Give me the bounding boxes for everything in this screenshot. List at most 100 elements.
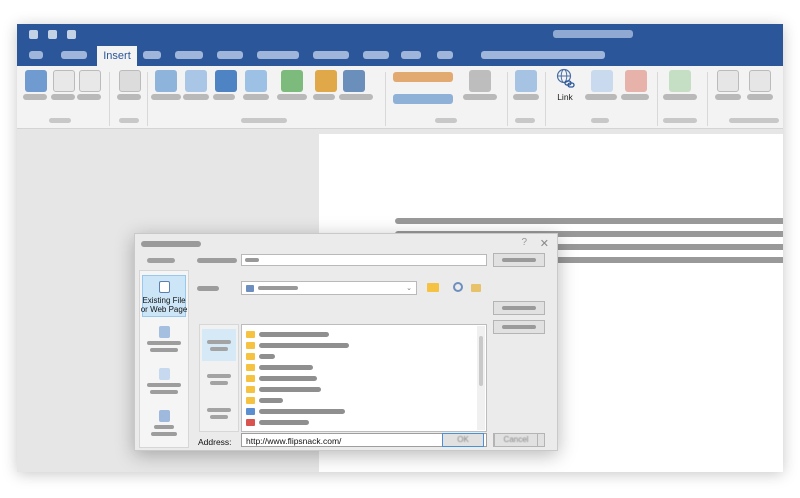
ok-button[interactable]: OK — [442, 433, 484, 447]
footer-icon[interactable] — [749, 70, 771, 92]
nav-create-new-label-2 — [150, 390, 178, 394]
group-tables-label — [119, 118, 139, 123]
header-icon[interactable] — [717, 70, 739, 92]
wikipedia-label — [463, 94, 497, 100]
nav-create-new-label — [147, 383, 181, 387]
list-item[interactable] — [246, 351, 275, 361]
folder-icon — [246, 385, 255, 393]
bookmark-button[interactable] — [493, 301, 545, 315]
group-pages-label — [49, 118, 71, 123]
tab-draw[interactable] — [143, 51, 161, 59]
get-addins-button[interactable] — [393, 72, 453, 82]
tell-me-search[interactable] — [481, 51, 605, 59]
undo-icon[interactable] — [48, 30, 57, 39]
browse-folder-icon[interactable] — [427, 283, 439, 292]
cover-page-label — [23, 94, 47, 100]
browsed-pages-item[interactable] — [202, 363, 236, 395]
nav-place-in-document[interactable] — [142, 321, 186, 363]
screenshot-icon[interactable] — [343, 70, 365, 92]
quick-access-toolbar — [29, 30, 76, 39]
cross-reference-icon[interactable] — [625, 70, 647, 92]
lookin-side-nav — [199, 324, 239, 432]
list-item[interactable] — [246, 340, 349, 350]
link-to-nav: Existing File or Web Page — [139, 270, 189, 448]
pictures-label — [151, 94, 181, 100]
nav-email-label-2 — [151, 432, 177, 436]
3d-models-icon[interactable] — [245, 70, 267, 92]
list-item[interactable] — [246, 384, 321, 394]
document-title — [553, 30, 633, 38]
wikipedia-icon[interactable] — [469, 70, 491, 92]
nav-email-address[interactable] — [142, 405, 186, 447]
list-item[interactable] — [246, 417, 309, 427]
insert-hyperlink-dialog: ? ✕ Existing File or Web Page ⌄ Address:… — [134, 233, 558, 451]
list-item[interactable] — [246, 406, 345, 416]
shapes-label — [183, 94, 209, 100]
file-list — [241, 324, 487, 432]
cover-page-icon[interactable] — [25, 70, 47, 92]
ribbon-separator — [109, 72, 110, 126]
link-button[interactable]: Link — [549, 68, 581, 110]
online-video-icon[interactable] — [515, 70, 537, 92]
page-break-icon[interactable] — [79, 70, 101, 92]
tab-design[interactable] — [175, 51, 203, 59]
recent-files-item[interactable] — [202, 397, 236, 429]
bookmark-icon[interactable] — [591, 70, 613, 92]
chart-icon[interactable] — [315, 70, 337, 92]
folder-icon — [246, 374, 255, 382]
tab-mailings[interactable] — [313, 51, 349, 59]
3d-models-label — [243, 94, 269, 100]
shapes-icon[interactable] — [185, 70, 207, 92]
browse-web-icon[interactable] — [453, 282, 463, 292]
text-to-display-input[interactable] — [241, 254, 487, 266]
target-frame-button[interactable] — [493, 320, 545, 334]
cancel-button[interactable]: Cancel — [494, 433, 538, 447]
nav-existing-file-or-web-page[interactable]: Existing File or Web Page — [141, 275, 187, 317]
cancel-button-label: Cancel — [503, 435, 529, 444]
tab-references[interactable] — [257, 51, 299, 59]
icons-icon[interactable] — [215, 70, 237, 92]
word-window: Insert Link ? ✕ Existing File or Web Pag… — [17, 24, 783, 472]
ok-button-label: OK — [457, 435, 469, 444]
pictures-icon[interactable] — [155, 70, 177, 92]
tab-home[interactable] — [61, 51, 87, 59]
group-illustrations-label — [241, 118, 287, 123]
tab-file[interactable] — [29, 51, 43, 59]
look-in-label — [197, 286, 219, 291]
new-document-icon — [158, 368, 170, 380]
save-icon[interactable] — [29, 30, 38, 39]
current-folder-item[interactable] — [202, 329, 236, 361]
file-list-scrollbar[interactable] — [477, 326, 485, 430]
screentip-button[interactable] — [493, 253, 545, 267]
group-comments-label — [663, 118, 697, 123]
tab-help[interactable] — [437, 51, 453, 59]
redo-icon[interactable] — [67, 30, 76, 39]
look-in-dropdown[interactable]: ⌄ — [241, 281, 417, 295]
dialog-title — [141, 241, 201, 247]
nav-create-new-document[interactable] — [142, 363, 186, 405]
folder-icon — [246, 341, 255, 349]
list-item[interactable] — [246, 329, 329, 339]
ribbon-separator — [147, 72, 148, 126]
tab-review[interactable] — [363, 51, 389, 59]
table-icon[interactable] — [119, 70, 141, 92]
browse-file-icon[interactable] — [471, 284, 481, 292]
document-globe-icon — [158, 281, 170, 293]
my-addins-button[interactable] — [393, 94, 453, 104]
list-item[interactable] — [246, 395, 283, 405]
link-button-label: Link — [557, 92, 573, 102]
tab-insert[interactable]: Insert — [97, 46, 137, 66]
help-icon[interactable]: ? — [521, 237, 527, 248]
nav-place-in-document-label — [147, 341, 181, 345]
list-item[interactable] — [246, 362, 313, 372]
tab-layout[interactable] — [217, 51, 243, 59]
comment-icon[interactable] — [669, 70, 691, 92]
smartart-icon[interactable] — [281, 70, 303, 92]
list-item[interactable] — [246, 373, 317, 383]
ribbon-tabs: Insert — [17, 46, 783, 66]
blank-page-icon[interactable] — [53, 70, 75, 92]
globe-chain-icon — [555, 68, 575, 88]
pdf-icon — [246, 418, 255, 426]
close-icon[interactable]: ✕ — [540, 237, 549, 250]
tab-view[interactable] — [401, 51, 421, 59]
